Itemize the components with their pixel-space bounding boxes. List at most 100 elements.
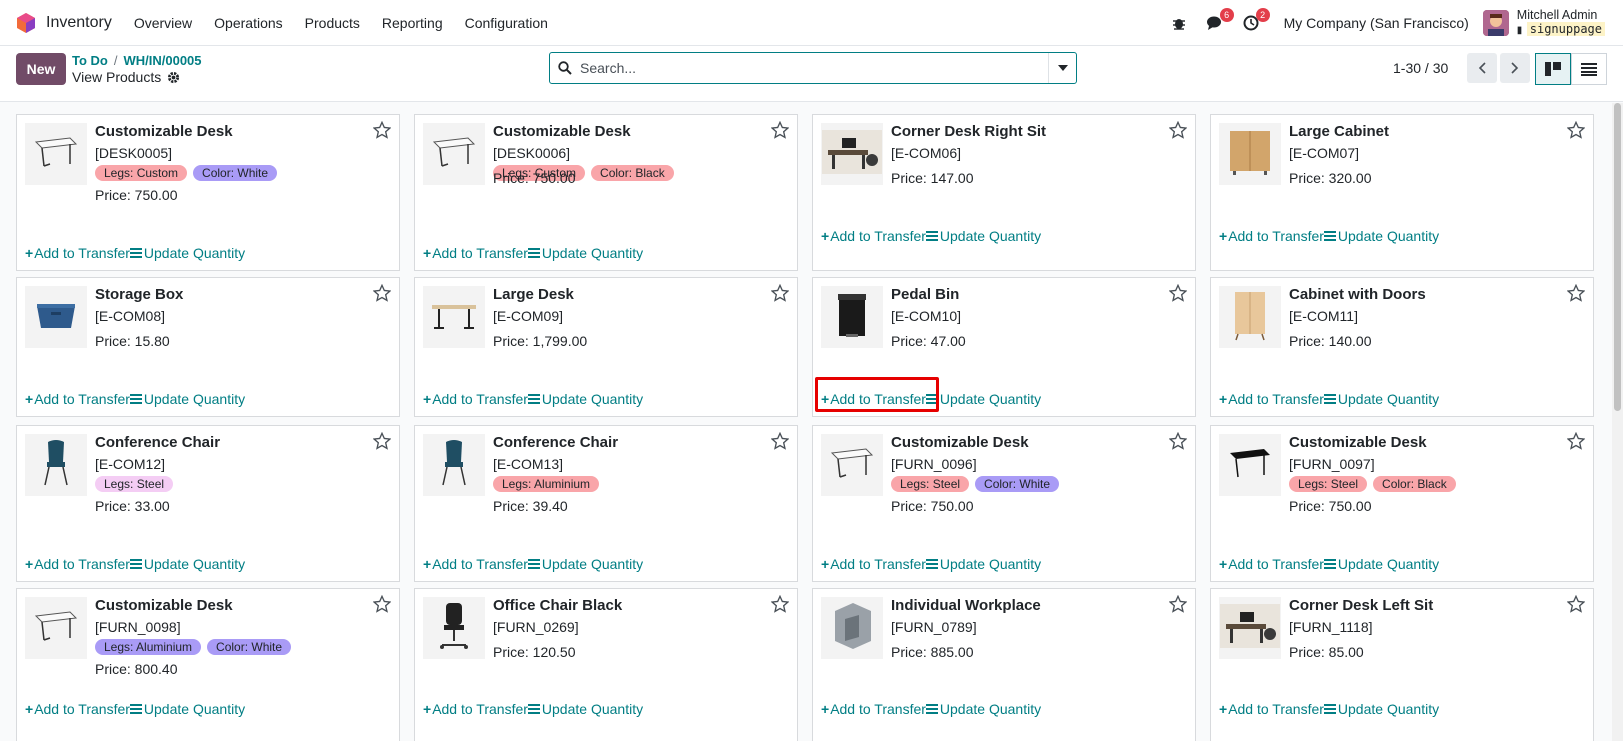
add-to-transfer-button[interactable]: + Add to Transfer: [25, 245, 130, 261]
breadcrumb-todo[interactable]: To Do: [72, 53, 108, 68]
update-quantity-button[interactable]: Update Quantity: [925, 391, 1041, 407]
messages-icon[interactable]: 6: [1204, 8, 1234, 34]
menu-products[interactable]: Products: [305, 15, 360, 31]
favorite-star-icon[interactable]: [373, 121, 391, 139]
add-to-transfer-button[interactable]: + Add to Transfer: [1219, 701, 1324, 717]
add-to-transfer-button[interactable]: + Add to Transfer: [423, 556, 528, 572]
messages-badge: 6: [1219, 8, 1234, 22]
update-quantity-button[interactable]: Update Quantity: [925, 556, 1041, 572]
product-card[interactable]: Individual Workplace [FURN_0789] Price: …: [812, 588, 1196, 741]
product-card[interactable]: Large Cabinet [E-COM07] Price: 320.00 + A…: [1210, 114, 1594, 271]
product-card[interactable]: Customizable Desk [DESK0005] Legs: Custo…: [16, 114, 400, 271]
add-to-transfer-button[interactable]: + Add to Transfer: [821, 701, 926, 717]
product-card[interactable]: Storage Box [E-COM08] Price: 15.80 + Add …: [16, 277, 400, 417]
company-switcher[interactable]: My Company (San Francisco): [1284, 15, 1469, 31]
product-card[interactable]: Corner Desk Right Sit [E-COM06] Price: 1…: [812, 114, 1196, 271]
update-quantity-button[interactable]: Update Quantity: [129, 391, 245, 407]
plus-icon: +: [25, 701, 34, 717]
add-to-transfer-button[interactable]: + Add to Transfer: [25, 556, 130, 572]
product-image: [423, 434, 485, 496]
update-quantity-button[interactable]: Update Quantity: [129, 245, 245, 261]
breadcrumb-receipt[interactable]: WH/IN/00005: [123, 53, 201, 68]
favorite-star-icon[interactable]: [373, 432, 391, 450]
favorite-star-icon[interactable]: [771, 595, 789, 613]
update-quantity-button[interactable]: Update Quantity: [129, 701, 245, 717]
favorite-star-icon[interactable]: [771, 121, 789, 139]
product-image: [25, 597, 87, 659]
menu-overview[interactable]: Overview: [134, 15, 192, 31]
pager-previous-button[interactable]: [1467, 53, 1497, 83]
add-to-transfer-button[interactable]: + Add to Transfer: [821, 228, 926, 244]
product-card[interactable]: Customizable Desk [FURN_0097] Legs: Stee…: [1210, 425, 1594, 582]
favorite-star-icon[interactable]: [771, 284, 789, 302]
add-to-transfer-button[interactable]: + Add to Transfer: [423, 245, 528, 261]
add-to-transfer-button[interactable]: + Add to Transfer: [1219, 391, 1324, 407]
scrollbar[interactable]: [1612, 103, 1623, 741]
product-card[interactable]: Conference Chair [E-COM12] Legs: Steel P…: [16, 425, 400, 582]
app-name[interactable]: Inventory: [46, 14, 112, 32]
new-button[interactable]: New: [16, 53, 66, 85]
favorite-star-icon[interactable]: [373, 595, 391, 613]
user-avatar[interactable]: [1482, 10, 1509, 36]
product-card[interactable]: Corner Desk Left Sit [FURN_1118] Price: …: [1210, 588, 1594, 741]
add-to-transfer-button[interactable]: + Add to Transfer: [423, 701, 528, 717]
update-quantity-button[interactable]: Update Quantity: [129, 556, 245, 572]
search-options-toggle[interactable]: [1048, 53, 1076, 83]
add-to-transfer-button[interactable]: + Add to Transfer: [821, 391, 926, 407]
pager-value[interactable]: 1-30 / 30: [1393, 53, 1448, 83]
product-name: Customizable Desk: [891, 434, 1029, 451]
search-input[interactable]: [580, 60, 1048, 76]
update-quantity-button[interactable]: Update Quantity: [527, 556, 643, 572]
add-to-transfer-button[interactable]: + Add to Transfer: [1219, 228, 1324, 244]
add-to-transfer-button[interactable]: + Add to Transfer: [1219, 556, 1324, 572]
update-quantity-button[interactable]: Update Quantity: [925, 228, 1041, 244]
kanban-view-button[interactable]: [1535, 53, 1571, 85]
add-to-transfer-button[interactable]: + Add to Transfer: [25, 701, 130, 717]
product-card[interactable]: Customizable Desk [FURN_0096] Legs: Stee…: [812, 425, 1196, 582]
product-name: Customizable Desk: [1289, 434, 1427, 451]
add-to-transfer-button[interactable]: + Add to Transfer: [25, 391, 130, 407]
product-price: Price: 47.00: [891, 333, 966, 349]
favorite-star-icon[interactable]: [1169, 121, 1187, 139]
inventory-app-icon[interactable]: [16, 12, 36, 34]
product-card[interactable]: Large Desk [E-COM09] Price: 1,799.00 + Ad…: [414, 277, 798, 417]
product-card[interactable]: Cabinet with Doors [E-COM11] Price: 140.…: [1210, 277, 1594, 417]
update-quantity-button[interactable]: Update Quantity: [1323, 701, 1439, 717]
favorite-star-icon[interactable]: [1567, 121, 1585, 139]
update-quantity-button[interactable]: Update Quantity: [1323, 228, 1439, 244]
list-icon: [925, 559, 938, 569]
product-card[interactable]: Office Chair Black [FURN_0269] Price: 12…: [414, 588, 798, 741]
add-to-transfer-button[interactable]: + Add to Transfer: [423, 391, 528, 407]
list-icon: [527, 394, 540, 404]
scrollbar-thumb[interactable]: [1614, 103, 1621, 411]
update-quantity-button[interactable]: Update Quantity: [527, 391, 643, 407]
favorite-star-icon[interactable]: [1567, 595, 1585, 613]
favorite-star-icon[interactable]: [1567, 284, 1585, 302]
list-view-button[interactable]: [1571, 53, 1607, 85]
menu-operations[interactable]: Operations: [214, 15, 282, 31]
add-to-transfer-button[interactable]: + Add to Transfer: [821, 556, 926, 572]
update-quantity-button[interactable]: Update Quantity: [1323, 556, 1439, 572]
favorite-star-icon[interactable]: [1567, 432, 1585, 450]
update-quantity-button[interactable]: Update Quantity: [527, 701, 643, 717]
gear-icon[interactable]: [167, 71, 180, 84]
menu-reporting[interactable]: Reporting: [382, 15, 443, 31]
favorite-star-icon[interactable]: [1169, 432, 1187, 450]
favorite-star-icon[interactable]: [771, 432, 789, 450]
update-quantity-button[interactable]: Update Quantity: [527, 245, 643, 261]
update-quantity-button[interactable]: Update Quantity: [1323, 391, 1439, 407]
update-quantity-button[interactable]: Update Quantity: [925, 701, 1041, 717]
activities-icon[interactable]: 2: [1240, 8, 1270, 34]
product-card[interactable]: Customizable Desk [DESK0006] Legs: Custo…: [414, 114, 798, 271]
bug-icon[interactable]: [1168, 12, 1190, 34]
product-card[interactable]: Conference Chair [E-COM13] Legs: Alumini…: [414, 425, 798, 582]
favorite-star-icon[interactable]: [373, 284, 391, 302]
user-menu[interactable]: Mitchell Admin ▮ signuppage: [1517, 8, 1605, 38]
favorite-star-icon[interactable]: [1169, 284, 1187, 302]
pager-next-button[interactable]: [1500, 53, 1530, 83]
menu-configuration[interactable]: Configuration: [465, 15, 548, 31]
favorite-star-icon[interactable]: [1169, 595, 1187, 613]
product-card[interactable]: Customizable Desk [FURN_0098] Legs: Alum…: [16, 588, 400, 741]
plus-icon: +: [423, 391, 432, 407]
product-card[interactable]: Pedal Bin [E-COM10] Price: 47.00 + Add to…: [812, 277, 1196, 417]
